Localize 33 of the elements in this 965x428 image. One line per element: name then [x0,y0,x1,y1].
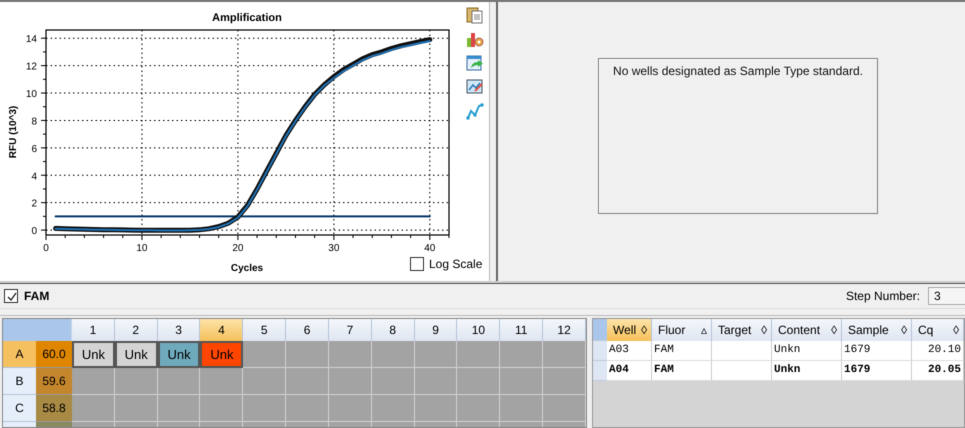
y-tick-label: 10 [26,89,37,100]
table-cell: A04 [607,361,652,381]
y-tick-label: 0 [31,226,37,238]
x-tick-label: 40 [424,243,436,254]
empty-message: No wells designated as Sample Type standard. [613,64,863,78]
step-number-label: Step Number: [846,289,920,303]
y-tick-label: 2 [31,198,37,210]
x-tick-label: 20 [232,243,244,254]
y-tick-label: 12 [26,62,37,73]
x-tick-label: 10 [136,243,148,254]
table-cell: FAM [652,341,712,361]
chart-title: Amplification [212,12,282,24]
table-cell: 20.05 [912,361,964,381]
table-cell: Unkn [772,341,842,361]
log-scale-label: Log Scale [429,257,482,271]
table-cell: 20.10 [912,341,964,361]
x-tick-label: 0 [43,243,49,254]
table-cell: 1679 [842,361,912,381]
y-tick-label: 8 [31,116,37,128]
y-tick-label: 6 [31,144,37,155]
table-cell: 1679 [842,341,912,361]
temperature-cell: 59.6 [36,368,72,395]
temperature-cell: 58.8 [36,395,72,422]
temperature-cell: 60.0 [36,341,72,368]
x-tick-label: 30 [328,243,340,254]
table-cell: FAM [652,361,712,381]
table-cell: A03 [607,341,652,361]
y-tick-label: 14 [26,34,37,46]
table-cell: Unkn [772,361,842,381]
fluor-label: FAM [24,289,50,303]
x-axis-label: Cycles [230,263,264,274]
y-axis-label: RFU (10^3) [8,106,19,158]
y-tick-label: 4 [31,171,37,182]
